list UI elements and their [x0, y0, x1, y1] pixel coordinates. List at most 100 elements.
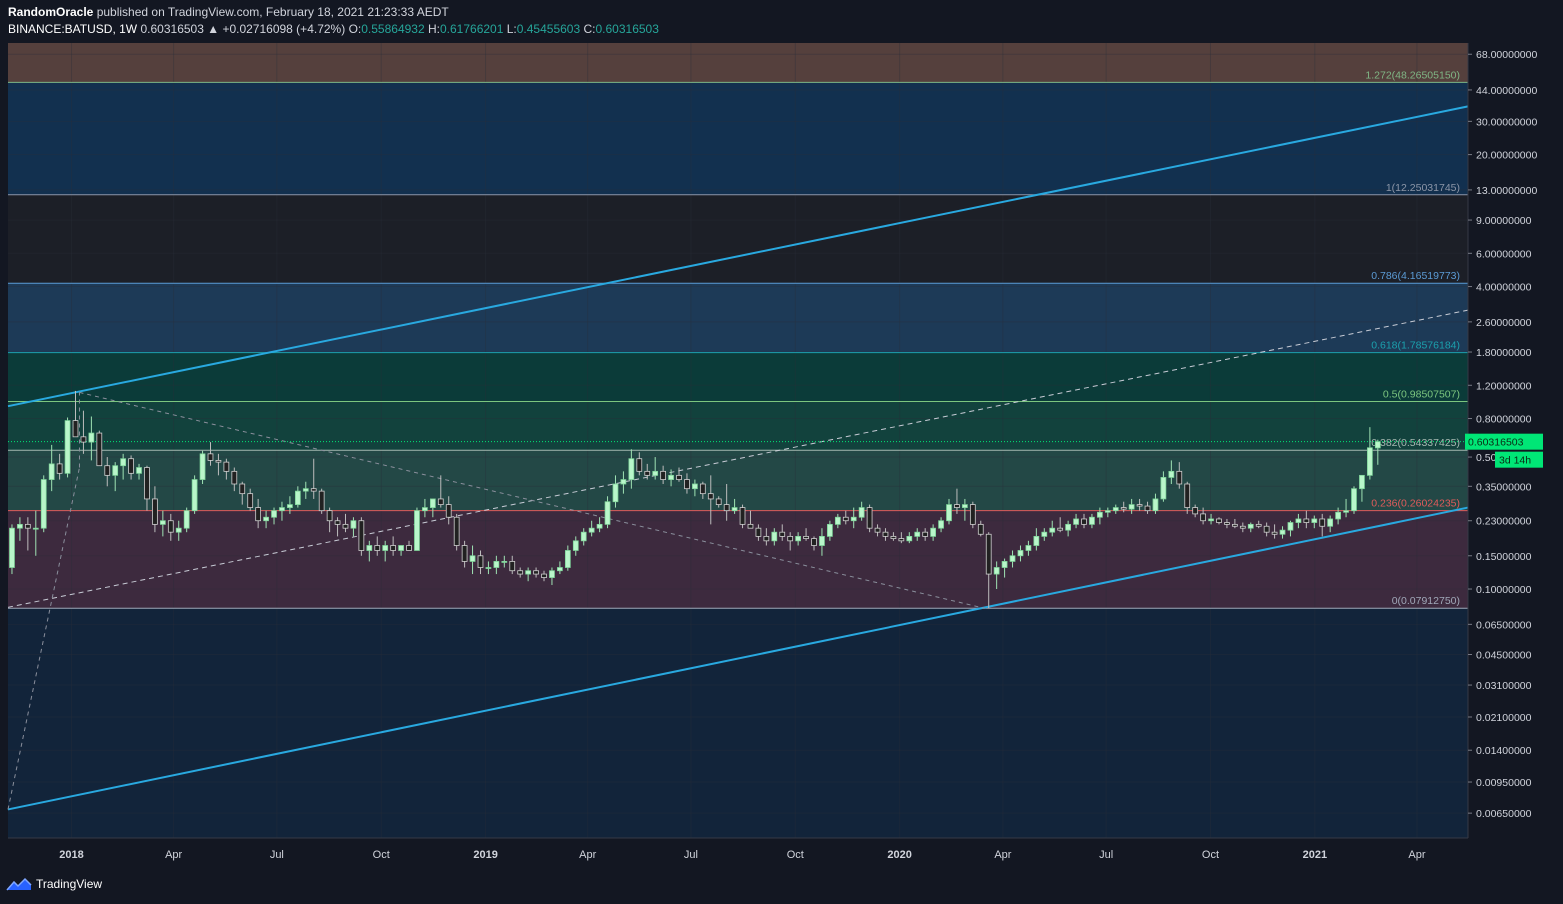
candle-body — [763, 535, 770, 542]
time-tick-label: 2020 — [887, 849, 911, 861]
candle-body — [207, 453, 214, 461]
candle-body — [310, 488, 317, 492]
candle-body — [72, 420, 79, 438]
candle-body — [334, 520, 341, 525]
candle-body — [215, 460, 222, 463]
candle-body — [1319, 518, 1326, 527]
candle-body — [1025, 545, 1032, 551]
candle-body — [692, 483, 698, 490]
candle-body — [1104, 510, 1111, 513]
candle-body — [263, 516, 269, 522]
candle-body — [890, 535, 897, 539]
candle-body — [32, 527, 39, 530]
candle-body — [564, 550, 571, 568]
candle-body — [803, 535, 809, 539]
candle-body — [175, 527, 182, 533]
price-tick-label: 1.20000000 — [1476, 380, 1532, 392]
time-tick-label: Apr — [1408, 849, 1425, 861]
candle-body — [811, 538, 817, 546]
candle-body — [938, 520, 944, 529]
candle-body — [247, 493, 254, 508]
candle-body — [1343, 510, 1349, 513]
candle-body — [429, 498, 436, 508]
fib-level-label: 0.618(1.78576184) — [1371, 340, 1460, 352]
candle — [318, 488, 325, 514]
candle-body — [1263, 525, 1270, 533]
candle-body — [1255, 523, 1262, 527]
price-tick-label: 0.06500000 — [1476, 619, 1532, 631]
candle-body — [1295, 518, 1302, 523]
time-tick-label: Oct — [787, 849, 804, 861]
price-tag-countdown: 3d 14h — [1499, 455, 1531, 467]
candle-body — [834, 516, 841, 525]
candle-body — [842, 516, 849, 522]
candle-body — [398, 545, 404, 551]
candle-body — [1367, 447, 1373, 476]
candle-body — [104, 465, 111, 476]
candle-body — [580, 531, 587, 542]
candle-body — [17, 523, 23, 529]
fib-level-label: 0.5(0.98507507) — [1383, 388, 1460, 400]
candle-body — [199, 453, 206, 480]
time-tick-label: Oct — [373, 849, 390, 861]
candle-body — [1128, 504, 1135, 510]
price-tick-label: 2.60000000 — [1476, 317, 1532, 329]
candle-body — [318, 490, 325, 512]
price-chart[interactable]: 1.272(48.26505150) 1(12.25031745) 0.786(4.… — [0, 0, 1563, 904]
candle-body — [366, 545, 373, 551]
candle-body — [1271, 531, 1278, 535]
time-tick-label: Apr — [165, 849, 182, 861]
candle-body — [819, 535, 825, 546]
candle-body — [858, 507, 865, 518]
candle-body — [374, 545, 381, 551]
candle-body — [715, 498, 722, 505]
candle — [191, 475, 198, 514]
candle-body — [437, 498, 444, 505]
footer-branding[interactable]: TradingView — [6, 876, 102, 892]
time-axis[interactable]: 2018 Apr Jul Oct 2019 Apr Jul Oct 2020 Apr Jul Oct 2… — [8, 837, 1468, 861]
candle-body — [1359, 474, 1365, 490]
candle-body — [239, 483, 246, 495]
price-tick-label: 68.00000000 — [1476, 49, 1537, 61]
candle-body — [255, 507, 262, 522]
candle-body — [795, 535, 801, 542]
footer-brand-label: TradingView — [36, 877, 103, 891]
candle-body — [1097, 511, 1103, 518]
candle-body — [739, 507, 746, 525]
candle — [358, 517, 365, 556]
candle-body — [477, 555, 484, 568]
candle-body — [120, 458, 127, 467]
candle — [9, 524, 15, 575]
candle-body — [549, 570, 555, 578]
candle-body — [152, 498, 158, 525]
candle-body — [1136, 504, 1143, 507]
candle-body — [1120, 507, 1127, 510]
candle-body — [223, 461, 230, 472]
candle-body — [1232, 523, 1238, 527]
candle-body — [1057, 527, 1064, 531]
candle-body — [350, 520, 357, 529]
candle-body — [1168, 470, 1175, 478]
candle-body — [1152, 498, 1159, 512]
candle — [64, 417, 71, 478]
candle — [96, 430, 103, 467]
candle-body — [422, 507, 428, 512]
candle-body — [64, 420, 71, 474]
price-tick-label: 1.80000000 — [1476, 347, 1532, 359]
candle — [453, 513, 460, 551]
candle-body — [144, 467, 150, 500]
candle-body — [1239, 525, 1246, 529]
candle-body — [1017, 550, 1024, 557]
candle-body — [191, 479, 198, 512]
candle-body — [1208, 518, 1214, 522]
candle-body — [874, 527, 881, 533]
candle-body — [557, 567, 563, 572]
time-tick-label: 2018 — [59, 849, 83, 861]
candle-body — [914, 531, 921, 537]
candle-body — [644, 470, 651, 476]
price-tick-label: 0.00950000 — [1476, 777, 1532, 789]
candle — [40, 475, 47, 533]
candle-body — [56, 463, 63, 474]
candle-body — [866, 507, 873, 529]
candle-body — [1287, 522, 1294, 531]
